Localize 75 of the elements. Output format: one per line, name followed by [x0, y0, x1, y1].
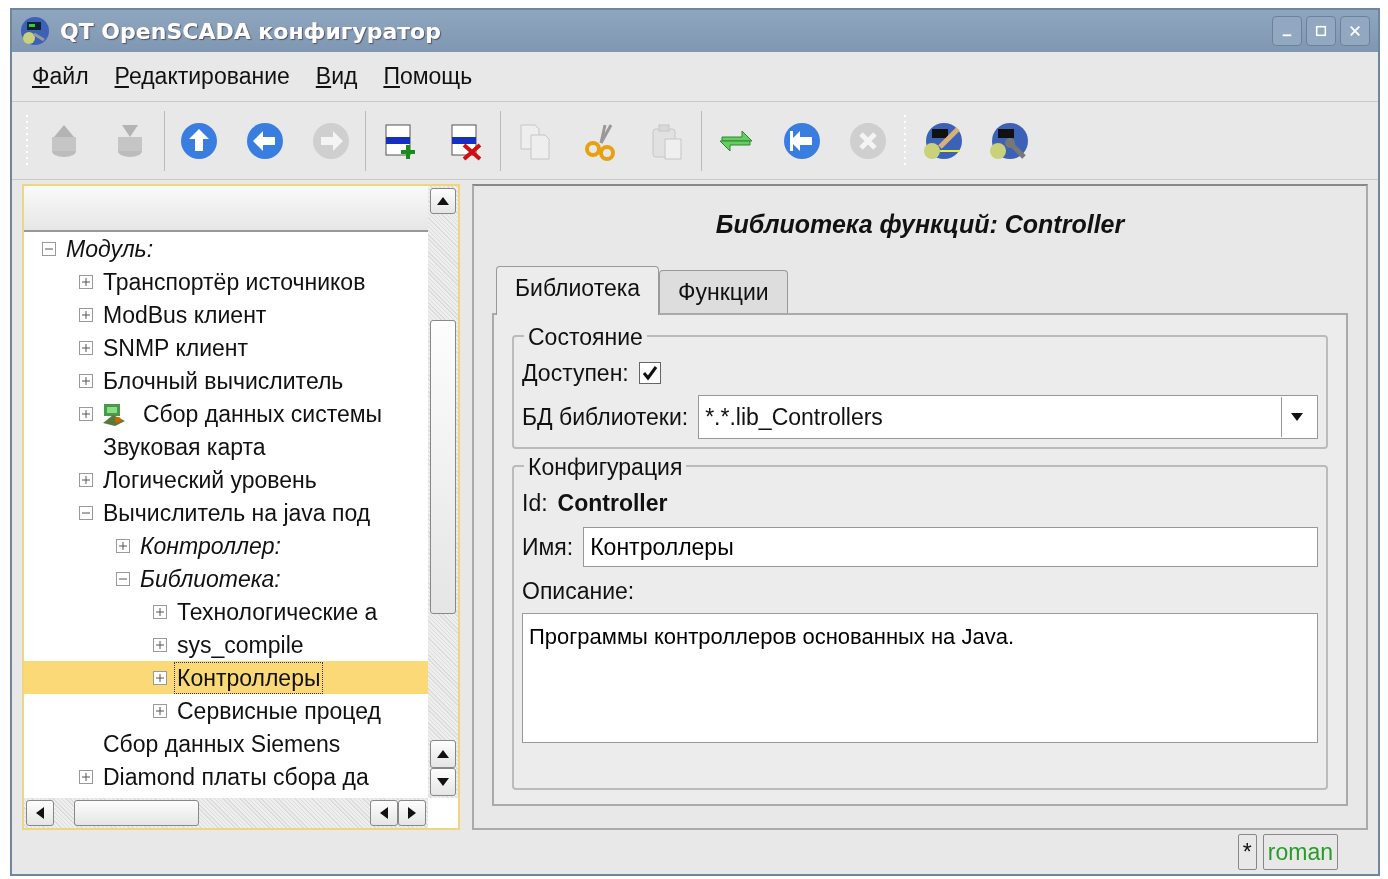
collapse-icon[interactable] — [79, 505, 93, 520]
tree-item[interactable]: Diamond платы сбора да — [101, 761, 371, 792]
selected-row-highlight[interactable]: Контроллеры — [24, 661, 428, 694]
tab[interactable]: Библиотека — [496, 265, 660, 315]
field-label: Доступен: — [522, 358, 629, 388]
user-name: roman — [1262, 834, 1338, 870]
scroll-left-button[interactable] — [26, 800, 54, 826]
scrollbar-thumb[interactable] — [430, 320, 456, 614]
close-button[interactable] — [1340, 16, 1370, 46]
maximize-button[interactable] — [1306, 16, 1336, 46]
expand-icon[interactable] — [153, 637, 167, 652]
dropdown-arrow-icon[interactable] — [1290, 413, 1303, 421]
scrollbar-thumb[interactable] — [74, 800, 199, 826]
database-dropdown[interactable]: *.*.lib_Controllers — [698, 395, 1318, 439]
menu-item[interactable]: Помощь — [383, 59, 473, 94]
collapse-icon[interactable] — [42, 241, 56, 256]
tree-item[interactable]: Транспортёр источников — [101, 266, 368, 297]
scroll-up-button[interactable] — [430, 740, 456, 768]
menu-item[interactable]: Редактирование — [114, 59, 290, 94]
expand-icon[interactable] — [79, 406, 93, 421]
expand-icon[interactable] — [153, 703, 167, 718]
expand-icon[interactable] — [79, 340, 93, 355]
page-title: Библиотека функций: Controller — [714, 209, 1127, 240]
tree-item[interactable]: Сбор данных системы — [141, 398, 385, 429]
right-arrow-icon[interactable] — [408, 807, 416, 819]
menu-item[interactable]: Вид — [315, 59, 358, 94]
up-arrow-icon[interactable] — [437, 197, 449, 205]
tree-item[interactable]: Библиотека: — [138, 563, 283, 594]
menu-item[interactable]: Файл — [32, 59, 89, 94]
expand-icon[interactable] — [116, 538, 130, 553]
scroll-right-button[interactable] — [398, 800, 426, 826]
tab[interactable]: Функции — [659, 269, 788, 313]
description-field[interactable]: Программы контроллеров основанных на Java. — [522, 613, 1318, 743]
field-label: Id: — [522, 488, 548, 518]
left-arrow-icon[interactable] — [380, 807, 388, 819]
scroll-left-button[interactable] — [370, 800, 398, 826]
expand-icon[interactable] — [79, 274, 93, 289]
scroll-up-button[interactable] — [430, 188, 456, 214]
scroll-down-button[interactable] — [430, 768, 456, 796]
field-label: Описание: — [522, 576, 635, 606]
field-label: БД библиотеки: — [522, 402, 689, 432]
tree-item[interactable]: Модуль: — [64, 233, 156, 264]
expand-icon[interactable] — [153, 604, 167, 619]
tree-item[interactable]: SNMP клиент — [101, 332, 251, 363]
expand-icon[interactable] — [79, 307, 93, 322]
modified-indicator: * — [1237, 834, 1257, 870]
tree-item[interactable]: ModBus клиент — [101, 299, 269, 330]
tree-item[interactable]: Вычислитель на java под — [101, 497, 373, 528]
gauge-pencil-icon[interactable] — [922, 120, 962, 161]
left-arrow-icon[interactable] — [36, 807, 44, 819]
up-arrow-icon[interactable] — [437, 750, 449, 758]
tree-item[interactable]: Сбор данных Siemens — [101, 728, 343, 759]
gauge-wrench-icon[interactable] — [988, 120, 1028, 161]
window-title: QT OpenSCADA конфигуратор — [60, 17, 442, 46]
tree-item[interactable]: Блочный вычислитель — [101, 365, 346, 396]
tree-item[interactable]: Сервисные процед — [175, 695, 383, 726]
expand-icon[interactable] — [79, 373, 93, 388]
field-label: Имя: — [522, 532, 574, 562]
tree-item[interactable]: Контроллер: — [138, 530, 283, 561]
tree-item[interactable]: Логический уровень — [101, 464, 319, 495]
tree-item[interactable]: Звуковая карта — [101, 431, 268, 462]
collapse-icon[interactable] — [116, 571, 130, 586]
name-field[interactable]: Контроллеры — [583, 527, 1318, 567]
tree-item[interactable]: sys_compile — [175, 629, 306, 660]
down-arrow-icon[interactable] — [437, 778, 449, 786]
expand-icon[interactable] — [153, 670, 167, 685]
app-logo-icon — [20, 16, 50, 46]
minimize-button[interactable] — [1272, 16, 1302, 46]
id-value: Controller — [557, 488, 668, 518]
horizontal-scrollbar[interactable] — [24, 798, 428, 828]
tree-item[interactable]: Контроллеры — [175, 662, 323, 693]
expand-icon[interactable] — [79, 472, 93, 487]
vertical-scrollbar[interactable] — [428, 186, 458, 798]
tree-item[interactable]: Технологические а — [175, 596, 380, 627]
expand-icon[interactable] — [79, 769, 93, 784]
